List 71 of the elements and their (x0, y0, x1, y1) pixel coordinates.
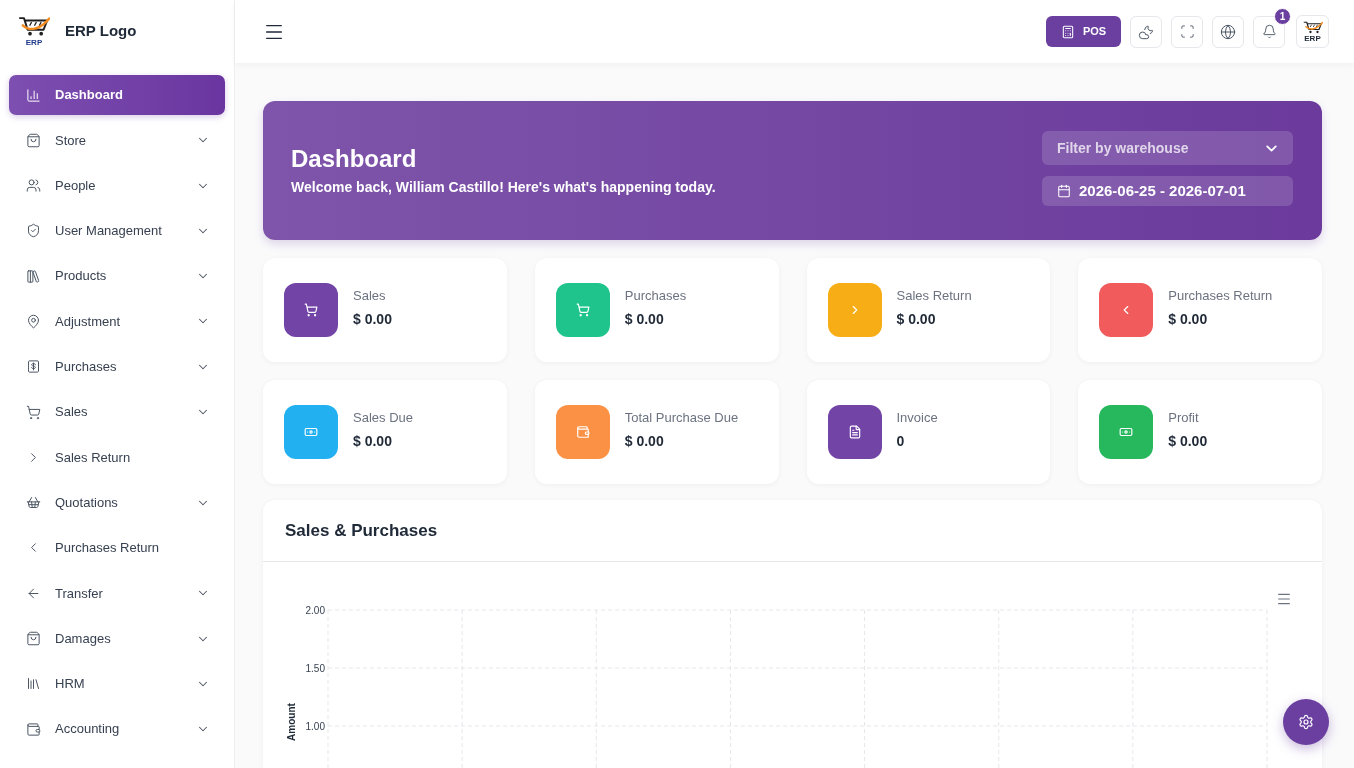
calendar-icon (1057, 184, 1071, 198)
axis-tick-label: 1.50 (305, 662, 325, 674)
bar-chart-icon (26, 87, 41, 103)
stat-value: $ 0.00 (1168, 309, 1209, 329)
bag-icon (26, 631, 41, 647)
chart-title: Sales & Purchases (285, 519, 438, 542)
stat-value: $ 0.00 (1168, 431, 1208, 451)
books-icon (26, 676, 41, 692)
settings-icon (1298, 714, 1314, 730)
bell-icon (1261, 24, 1277, 39)
sidebar-item[interactable]: Accounting (9, 709, 225, 750)
sidebar-item[interactable]: User Management (9, 210, 225, 251)
users-icon (26, 178, 41, 194)
calculator-icon (1060, 24, 1075, 39)
stat-label: Invoice (896, 409, 938, 428)
language-button[interactable] (1212, 15, 1244, 48)
books-icon (26, 268, 41, 284)
sidebar-item[interactable]: Damages (9, 618, 225, 659)
welcome-text: Welcome back, William Castillo! Here's what's happening today. (291, 177, 716, 197)
theme-toggle-button[interactable] (1130, 15, 1162, 48)
cloud-moon-icon (1138, 23, 1154, 40)
stat-label: Sales (353, 287, 387, 306)
cart-logo-icon (1302, 20, 1323, 34)
axis-tick-label: 1.00 (305, 720, 325, 732)
profile-button[interactable]: ERP (1296, 15, 1329, 48)
sidebar-item[interactable]: Store (9, 120, 225, 161)
stat-label: Purchases Return (1168, 287, 1273, 306)
shield-check-icon (26, 223, 41, 239)
date-range-field[interactable]: 2026-06-25 - 2026-07-01 (1042, 176, 1293, 206)
stat-value: $ 0.00 (896, 309, 937, 329)
axis-title: Amount (286, 703, 297, 741)
brand-name: ERP Logo (65, 21, 137, 42)
fullscreen-icon (1179, 24, 1195, 39)
stat-value: $ 0.00 (353, 309, 392, 329)
pos-button[interactable]: POS (1046, 16, 1121, 47)
logo-mark: ERP (25, 39, 43, 47)
stat-value: $ 0.00 (353, 431, 393, 451)
stat-label: Sales Return (896, 287, 972, 306)
stat-label: Total Purchase Due (624, 409, 739, 428)
dollar-receipt-icon (26, 359, 41, 375)
basket-icon (26, 495, 41, 511)
axis-tick-label: 2.00 (305, 604, 325, 616)
arrow-left-icon (26, 585, 41, 601)
stat-value: 0 (896, 431, 906, 451)
sidebar-item[interactable]: Products (9, 256, 225, 297)
sidebar-item[interactable]: Transfer (9, 573, 225, 614)
cart-icon (26, 404, 41, 420)
sidebar-item[interactable]: Quotations (9, 482, 225, 523)
notification-badge: 1 (1274, 7, 1291, 25)
sidebar-item[interactable]: Adjustment (9, 301, 225, 342)
stat-label: Sales Due (353, 409, 413, 428)
sidebar-item[interactable]: Sales Return (9, 437, 225, 478)
page-title: Dashboard (291, 143, 418, 174)
sidebar-item[interactable]: Purchases Return (9, 527, 225, 568)
sidebar-item[interactable]: HRM (9, 663, 225, 704)
stat-label: Profit (1168, 409, 1200, 428)
cart-logo-icon (18, 16, 50, 37)
sidebar-item[interactable]: Sales (9, 392, 225, 433)
wallet-icon (26, 721, 41, 737)
warehouse-select[interactable]: Filter by warehouse (1042, 131, 1293, 165)
sidebar-item[interactable]: Purchases (9, 346, 225, 387)
bag-icon (26, 132, 41, 148)
menu-icon (1276, 591, 1292, 607)
stat-value: $ 0.00 (624, 431, 665, 451)
sidebar-item[interactable]: Dashboard (9, 75, 225, 115)
stat-value: $ 0.00 (624, 309, 665, 329)
sidebar-item[interactable]: People (9, 165, 225, 206)
stat-label: Purchases (624, 287, 687, 306)
globe-icon (1220, 23, 1236, 40)
chart-menu-button[interactable] (1276, 591, 1292, 607)
map-pin-icon (26, 314, 41, 329)
